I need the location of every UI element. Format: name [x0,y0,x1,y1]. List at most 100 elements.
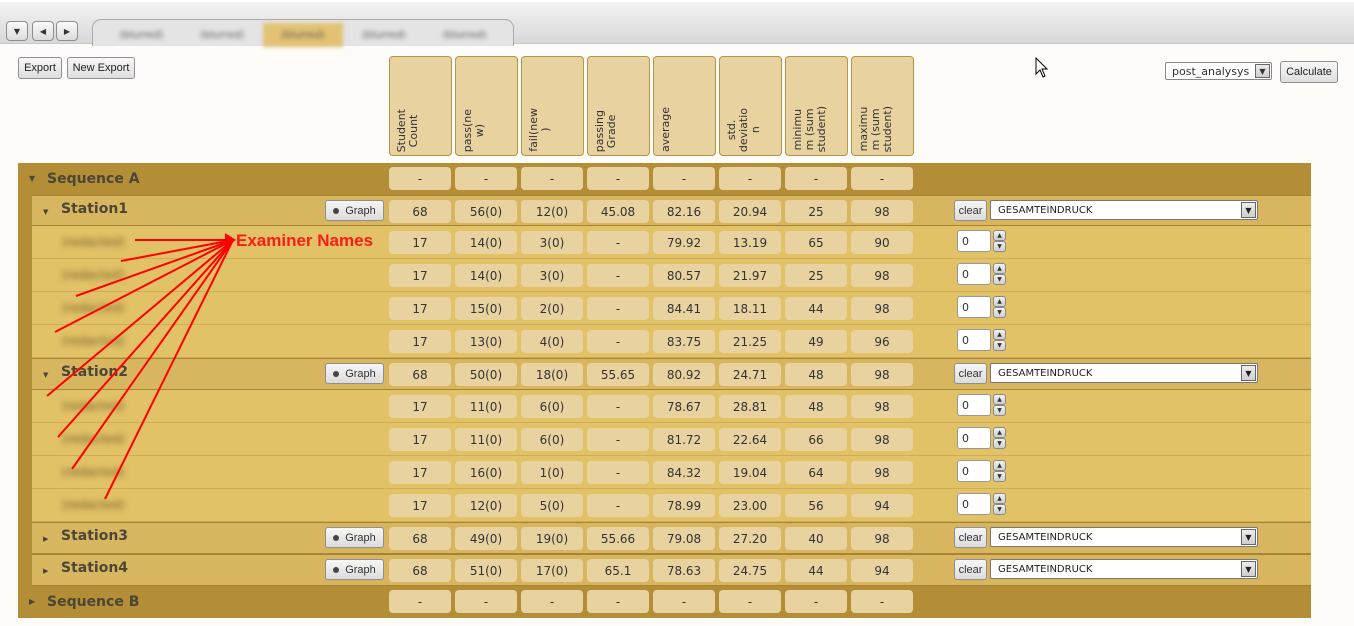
sequence-row[interactable]: ▶ Sequence B-------- [18,586,1311,618]
stat-cell: 19.04 [719,461,781,484]
tab[interactable]: (blurred) [101,23,182,47]
stepper-up-icon[interactable]: ▲ [993,427,1006,438]
tab-scroll-left-button[interactable]: ◀ [32,21,54,41]
examiner-name: (redacted) [62,235,125,249]
clear-button[interactable]: clear [954,527,987,548]
stepper-down-icon[interactable]: ▼ [993,241,1006,252]
column-header-label: fail(new ) [527,108,552,152]
stat-cell: 81.72 [653,428,715,451]
stat-cell: 98 [851,264,913,287]
examiner-weight-input[interactable]: 0 [957,230,991,252]
examiner-weight-stepper[interactable]: ▲ ▼ [993,296,1006,318]
stat-cell: - [587,428,649,451]
stepper-up-icon[interactable]: ▲ [993,493,1006,504]
new-export-button[interactable]: New Export [67,57,135,79]
calculate-button[interactable]: Calculate [1280,61,1338,83]
collapse-caret-right-icon[interactable]: ▶ [43,535,48,543]
station-row[interactable]: ▼ Station2 Graph 68 50(0) 18(0) 55.65 80.92 24.7… [32,358,1311,390]
examiner-weight-input[interactable]: 0 [957,460,991,482]
dropdown-arrow-icon[interactable]: ▼ [1255,64,1270,78]
station-row[interactable]: ▶ Station4 Graph 68 51(0) 17(0) 65.1 78.63 24.75… [32,554,1311,586]
examiner-weight-input[interactable]: 0 [957,394,991,416]
stepper-up-icon[interactable]: ▲ [993,296,1006,307]
stat-cell: 90 [851,231,913,254]
tab-scroll-right-button[interactable]: ▶ [56,21,78,41]
stepper-down-icon[interactable]: ▼ [993,340,1006,351]
stepper-down-icon[interactable]: ▼ [993,438,1006,449]
stepper-up-icon[interactable]: ▲ [993,329,1006,340]
examiner-weight-input[interactable]: 0 [957,296,991,318]
tab[interactable]: (blurred) [343,23,424,47]
examiner-weight-stepper[interactable]: ▲ ▼ [993,460,1006,482]
examiner-row: (redacted) 17 14(0) 3(0) -80.57 21.97 25 98 0 ▲ ▼ [32,259,1311,292]
clear-button[interactable]: clear [954,559,987,580]
station-row[interactable]: ▶ Station3 Graph 68 49(0) 19(0) 55.66 79.08 27.2… [32,522,1311,554]
examiner-weight-stepper[interactable]: ▲ ▼ [993,329,1006,351]
examiner-weight-stepper[interactable]: ▲ ▼ [993,230,1006,252]
stepper-down-icon[interactable]: ▼ [993,471,1006,482]
tab-list-menu-button[interactable]: ▼ [6,21,28,41]
examiner-weight-stepper[interactable]: ▲ ▼ [993,263,1006,285]
expand-caret-down-icon[interactable]: ▼ [43,371,48,379]
stepper-down-icon[interactable]: ▼ [993,504,1006,515]
stepper-up-icon[interactable]: ▲ [993,460,1006,471]
examiner-weight-input[interactable]: 0 [957,427,991,449]
examiner-weight-stepper[interactable]: ▲ ▼ [993,427,1006,449]
station-name: Station3 [61,528,129,544]
examiner-weight-stepper[interactable]: ▲ ▼ [993,493,1006,515]
stepper-up-icon[interactable]: ▲ [993,230,1006,241]
criterion-select[interactable]: GESAMTEINDRUCK ▼ [990,527,1258,547]
criterion-select[interactable]: GESAMTEINDRUCK ▼ [990,200,1258,220]
stepper-up-icon[interactable]: ▲ [993,263,1006,274]
dropdown-arrow-icon[interactable]: ▼ [1241,529,1256,545]
examiner-name: (redacted) [62,432,125,446]
tab[interactable]: (blurred) [182,23,263,47]
examiner-weight-input[interactable]: 0 [957,493,991,515]
station-row[interactable]: ▼ Station1 Graph 68 56(0) 12(0) 45.08 82.16 20.9… [32,195,1311,226]
stat-cell: 98 [851,527,913,550]
analysis-select[interactable]: post_analysys ▼ [1165,62,1272,80]
tab[interactable]: (blurred) [424,23,505,47]
stepper-up-icon[interactable]: ▲ [993,394,1006,405]
export-button[interactable]: Export [18,57,62,79]
clear-button[interactable]: clear [954,200,987,221]
examiner-name: (redacted) [62,465,125,479]
stat-cell: 1(0) [521,461,583,484]
dropdown-arrow-icon[interactable]: ▼ [1241,365,1256,381]
stat-cell: 24.75 [719,559,781,582]
graph-button[interactable]: Graph [325,559,384,580]
stepper-down-icon[interactable]: ▼ [993,307,1006,318]
graph-button[interactable]: Graph [325,527,384,548]
criterion-select[interactable]: GESAMTEINDRUCK ▼ [990,559,1258,579]
collapse-caret-right-icon[interactable]: ▶ [29,597,35,606]
dropdown-arrow-icon[interactable]: ▼ [1241,561,1256,577]
criterion-select-value: GESAMTEINDRUCK [998,367,1093,379]
graph-dot-icon [333,534,340,541]
stepper-down-icon[interactable]: ▼ [993,405,1006,416]
stat-cell: 79.92 [653,231,715,254]
expand-caret-down-icon[interactable]: ▼ [29,174,35,183]
stat-cell: 80.57 [653,264,715,287]
stat-cell: 84.32 [653,461,715,484]
stat-cell: 98 [851,363,913,386]
tab-active[interactable]: (blurred) [262,23,344,47]
examiner-weight-input[interactable]: 0 [957,263,991,285]
stepper-down-icon[interactable]: ▼ [993,274,1006,285]
examiner-weight-stepper[interactable]: ▲ ▼ [993,394,1006,416]
stat-cell: - [587,330,649,353]
graph-button[interactable]: Graph [325,200,384,221]
criterion-select[interactable]: GESAMTEINDRUCK ▼ [990,363,1258,383]
examiner-row: (redacted) 17 11(0) 6(0) -78.67 28.81 48 98 0 ▲ ▼ [32,390,1311,423]
collapse-caret-right-icon[interactable]: ▶ [43,567,48,575]
sequence-row[interactable]: ▼ Sequence A-------- [18,163,1311,195]
clear-button[interactable]: clear [954,363,987,384]
dropdown-arrow-icon[interactable]: ▼ [1241,202,1256,218]
graph-button[interactable]: Graph [325,363,384,384]
stat-cell: 17 [389,494,451,517]
stat-cell: 68 [389,559,451,582]
stat-cell: 49 [785,330,847,353]
stat-cell: 14(0) [455,264,517,287]
expand-caret-down-icon[interactable]: ▼ [43,208,48,216]
examiner-weight-input[interactable]: 0 [957,329,991,351]
stat-cell: 78.99 [653,494,715,517]
